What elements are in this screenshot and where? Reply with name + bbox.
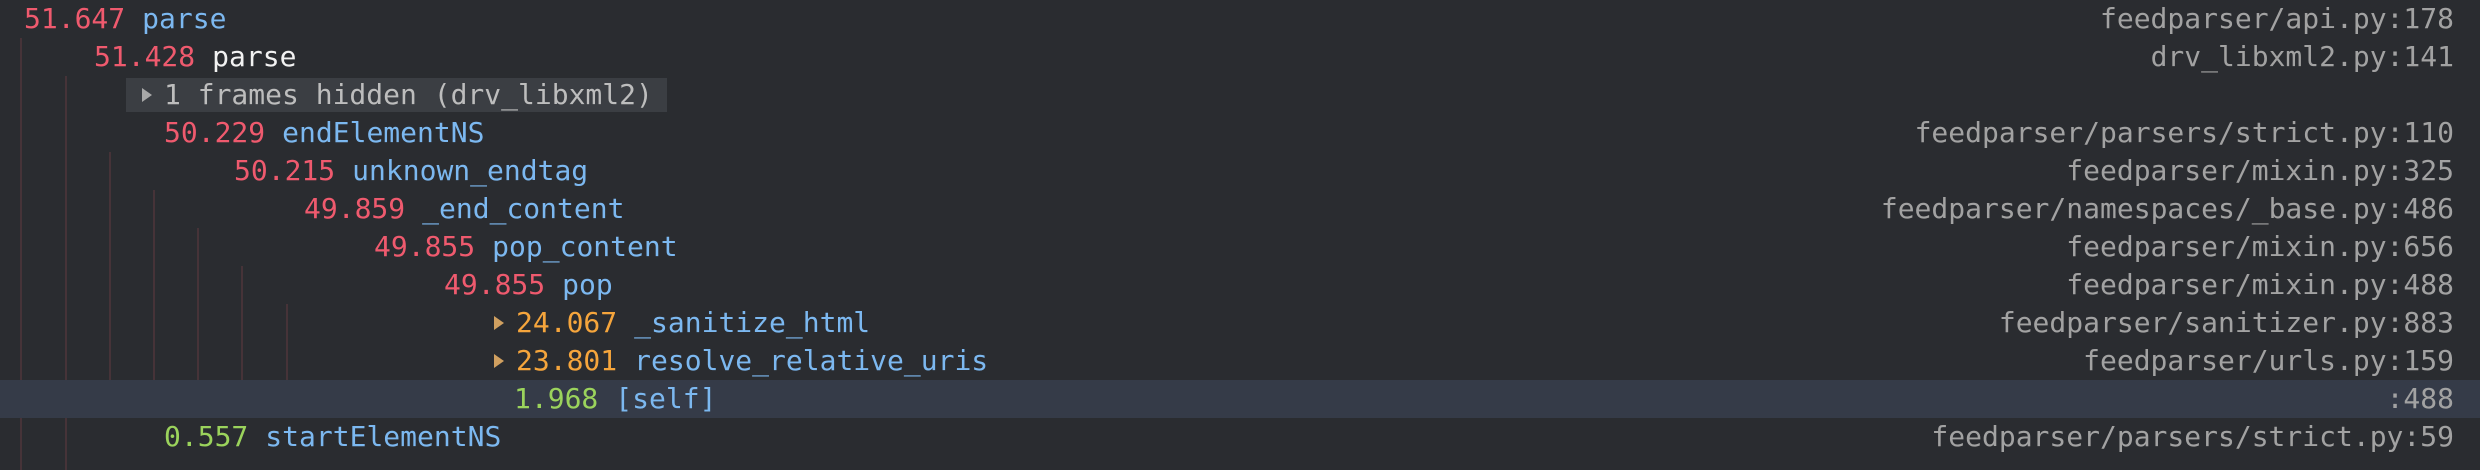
frame-location: feedparser/mixin.py:656 [2066,230,2454,263]
chevron-right-icon[interactable] [494,316,504,330]
frame-row[interactable]: 49.855 pop_content feedparser/mixin.py:6… [0,228,2480,266]
frame-row[interactable]: 51.428 parse drv_libxml2.py:141 [0,38,2480,76]
frame-function: pop_content [492,230,678,263]
frame-time: 1.968 [514,382,599,415]
frame-function: parse [142,2,227,35]
frame-time: 0.557 [164,420,249,453]
frame-location: feedparser/api.py:178 [2099,2,2454,35]
frame-row-selected[interactable]: 1.968 [self] :488 [0,380,2480,418]
frame-time: 49.855 [444,268,546,301]
frame-function: parse [212,40,297,73]
frame-location: feedparser/sanitizer.py:883 [1998,306,2454,339]
frame-row[interactable]: 49.859 _end_content feedparser/namespace… [0,190,2480,228]
frame-location: feedparser/namespaces/_base.py:486 [1880,192,2454,225]
frame-function: _sanitize_html [634,306,871,339]
frame-function: unknown_endtag [352,154,589,187]
frame-location: feedparser/mixin.py:488 [2066,268,2454,301]
frame-location: :488 [2386,382,2454,415]
hidden-frames-row: 1 frames hidden (drv_libxml2) [0,76,2480,114]
frame-row[interactable]: 24.067 _sanitize_html feedparser/sanitiz… [0,304,2480,342]
frame-time: 50.215 [234,154,336,187]
frame-function: _end_content [422,192,625,225]
frame-time: 49.855 [374,230,476,263]
hidden-frames-label: 1 frames hidden (drv_libxml2) [164,78,653,111]
frame-time: 51.647 [24,2,126,35]
frame-location: drv_libxml2.py:141 [2150,40,2454,73]
frame-time: 49.859 [304,192,406,225]
call-tree: 51.647 parse feedparser/api.py:178 51.42… [0,0,2480,470]
frame-function: endElementNS [282,116,485,149]
frame-location: feedparser/parsers/strict.py:59 [1931,420,2454,453]
frame-time: 51.428 [94,40,196,73]
frame-time: 24.067 [516,306,618,339]
frame-time: 23.801 [516,344,618,377]
frame-time: 50.229 [164,116,266,149]
frame-row[interactable]: 0.557 startElementNS feedparser/parsers/… [0,418,2480,456]
frame-row[interactable]: 50.215 unknown_endtag feedparser/mixin.p… [0,152,2480,190]
frame-row[interactable]: 49.855 pop feedparser/mixin.py:488 [0,266,2480,304]
frame-function: startElementNS [265,420,502,453]
chevron-right-icon[interactable] [494,354,504,368]
frame-location: feedparser/urls.py:159 [2083,344,2454,377]
frame-location: feedparser/parsers/strict.py:110 [1914,116,2454,149]
frame-row[interactable]: 50.229 endElementNS feedparser/parsers/s… [0,114,2480,152]
hidden-frames-toggle[interactable]: 1 frames hidden (drv_libxml2) [126,78,667,112]
frame-location: feedparser/mixin.py:325 [2066,154,2454,187]
frame-row[interactable]: 23.801 resolve_relative_uris feedparser/… [0,342,2480,380]
frame-function: resolve_relative_uris [634,344,989,377]
frame-function: pop [562,268,613,301]
chevron-right-icon [142,88,152,102]
frame-function: [self] [615,382,717,415]
frame-row[interactable]: 51.647 parse feedparser/api.py:178 [0,0,2480,38]
